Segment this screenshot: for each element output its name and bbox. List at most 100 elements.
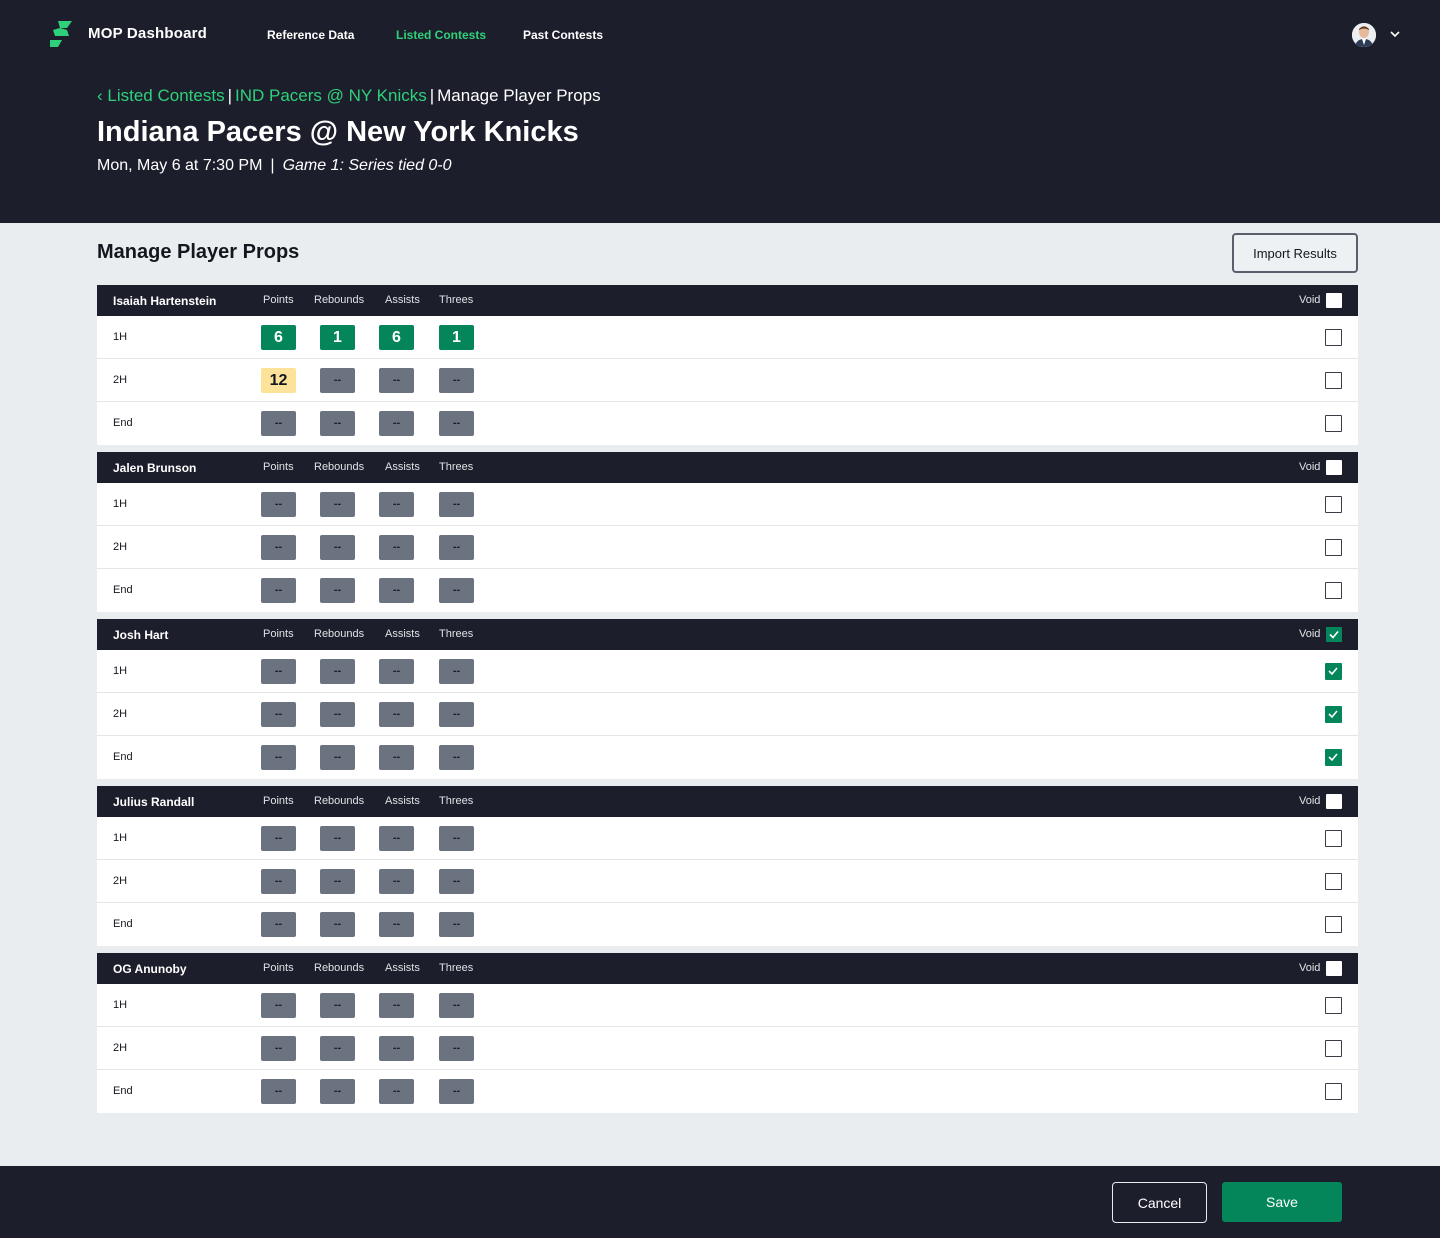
void-row-checkbox[interactable]: [1325, 1083, 1342, 1100]
stat-cell-threes[interactable]: --: [439, 826, 474, 851]
stat-cell-points[interactable]: --: [261, 1036, 296, 1061]
stat-cell-points[interactable]: --: [261, 826, 296, 851]
void-all-checkbox[interactable]: [1326, 293, 1342, 308]
stat-cell-assists[interactable]: --: [379, 869, 414, 894]
stat-cell-rebounds[interactable]: --: [320, 912, 355, 937]
stat-cell-rebounds[interactable]: --: [320, 826, 355, 851]
player-name: Josh Hart: [113, 628, 169, 642]
stat-cell-rebounds[interactable]: 1: [320, 325, 355, 350]
stat-cell-threes[interactable]: --: [439, 1036, 474, 1061]
stat-cell-threes[interactable]: 1: [439, 325, 474, 350]
breadcrumb-contest[interactable]: IND Pacers @ NY Knicks: [235, 86, 427, 105]
void-row-checkbox[interactable]: [1325, 372, 1342, 389]
stat-cell-points[interactable]: --: [261, 659, 296, 684]
void-all-checkbox[interactable]: [1326, 961, 1342, 976]
breadcrumb-listed-contests[interactable]: Listed Contests: [107, 86, 224, 105]
stat-cell-assists[interactable]: --: [379, 368, 414, 393]
void-row-checkbox[interactable]: [1325, 873, 1342, 890]
stat-cell-threes[interactable]: --: [439, 1079, 474, 1104]
stat-cell-assists[interactable]: --: [379, 535, 414, 560]
stat-cell-points[interactable]: --: [261, 702, 296, 727]
stat-cell-assists[interactable]: --: [379, 492, 414, 517]
nav-past-contests[interactable]: Past Contests: [523, 28, 603, 42]
stat-cell-assists[interactable]: --: [379, 578, 414, 603]
stat-cell-assists[interactable]: --: [379, 659, 414, 684]
stat-cell-rebounds[interactable]: --: [320, 702, 355, 727]
import-results-button[interactable]: Import Results: [1232, 233, 1358, 273]
stat-cell-threes[interactable]: --: [439, 368, 474, 393]
stat-cell-assists[interactable]: --: [379, 993, 414, 1018]
void-row-checkbox[interactable]: [1325, 582, 1342, 599]
void-row-checkbox[interactable]: [1325, 663, 1342, 680]
nav-listed-contests[interactable]: Listed Contests: [396, 28, 486, 42]
chevron-down-icon[interactable]: [1389, 28, 1401, 40]
void-row-checkbox[interactable]: [1325, 329, 1342, 346]
void-all-checkbox[interactable]: [1326, 794, 1342, 809]
stat-cell-rebounds[interactable]: --: [320, 578, 355, 603]
stat-cell-assists[interactable]: --: [379, 745, 414, 770]
stat-cell-threes[interactable]: --: [439, 535, 474, 560]
stat-cell-threes[interactable]: --: [439, 578, 474, 603]
stat-cell-rebounds[interactable]: --: [320, 411, 355, 436]
stat-cell-threes[interactable]: --: [439, 492, 474, 517]
back-chevron-icon[interactable]: ‹: [97, 86, 107, 105]
app-title[interactable]: MOP Dashboard: [88, 25, 207, 42]
row-label: 2H: [113, 875, 128, 887]
stat-cell-rebounds[interactable]: --: [320, 869, 355, 894]
stat-cell-points[interactable]: --: [261, 578, 296, 603]
stat-cell-points[interactable]: 6: [261, 325, 296, 350]
prop-row-2h: 2H -- -- -- --: [97, 693, 1358, 736]
void-row-checkbox[interactable]: [1325, 830, 1342, 847]
void-row-checkbox[interactable]: [1325, 706, 1342, 723]
stat-cell-threes[interactable]: --: [439, 702, 474, 727]
stat-cell-points[interactable]: --: [261, 411, 296, 436]
void-all-checkbox[interactable]: [1326, 460, 1342, 475]
stat-cell-assists[interactable]: --: [379, 826, 414, 851]
void-row-checkbox[interactable]: [1325, 749, 1342, 766]
stat-cell-threes[interactable]: --: [439, 912, 474, 937]
void-row-checkbox[interactable]: [1325, 415, 1342, 432]
void-row-checkbox[interactable]: [1325, 539, 1342, 556]
section-title: Manage Player Props: [97, 241, 300, 263]
stat-cell-points[interactable]: --: [261, 535, 296, 560]
stat-cell-rebounds[interactable]: --: [320, 368, 355, 393]
stat-cell-points[interactable]: --: [261, 492, 296, 517]
stat-cell-threes[interactable]: --: [439, 869, 474, 894]
stat-cell-points[interactable]: --: [261, 1079, 296, 1104]
stat-cell-points[interactable]: --: [261, 912, 296, 937]
nav-reference-data[interactable]: Reference Data: [267, 28, 354, 42]
save-button[interactable]: Save: [1222, 1182, 1342, 1222]
stat-cell-assists[interactable]: --: [379, 912, 414, 937]
breadcrumb-current: Manage Player Props: [437, 86, 601, 105]
row-label: End: [113, 417, 133, 429]
stat-cell-points[interactable]: --: [261, 745, 296, 770]
void-row-checkbox[interactable]: [1325, 1040, 1342, 1057]
stat-cell-assists[interactable]: --: [379, 702, 414, 727]
stat-cell-threes[interactable]: --: [439, 411, 474, 436]
stat-cell-threes[interactable]: --: [439, 993, 474, 1018]
stat-cell-assists[interactable]: 6: [379, 325, 414, 350]
stat-cell-points[interactable]: --: [261, 993, 296, 1018]
void-all-checkbox[interactable]: [1326, 627, 1342, 642]
void-row-checkbox[interactable]: [1325, 496, 1342, 513]
stat-cell-rebounds[interactable]: --: [320, 1079, 355, 1104]
stat-cell-rebounds[interactable]: --: [320, 535, 355, 560]
cancel-button[interactable]: Cancel: [1112, 1182, 1207, 1223]
stat-cell-rebounds[interactable]: --: [320, 745, 355, 770]
stat-cell-rebounds[interactable]: --: [320, 1036, 355, 1061]
void-row-checkbox[interactable]: [1325, 916, 1342, 933]
logo-icon[interactable]: [50, 21, 72, 47]
stat-cell-rebounds[interactable]: --: [320, 993, 355, 1018]
stat-cell-assists[interactable]: --: [379, 1079, 414, 1104]
stat-cell-rebounds[interactable]: --: [320, 659, 355, 684]
void-row-checkbox[interactable]: [1325, 997, 1342, 1014]
stat-cell-assists[interactable]: --: [379, 1036, 414, 1061]
stat-cell-assists[interactable]: --: [379, 411, 414, 436]
stat-cell-points[interactable]: 12: [261, 368, 296, 393]
stat-cell-threes[interactable]: --: [439, 745, 474, 770]
stat-cell-threes[interactable]: --: [439, 659, 474, 684]
user-avatar[interactable]: [1352, 23, 1376, 47]
stat-cell-rebounds[interactable]: --: [320, 492, 355, 517]
checkmark-icon: [1328, 753, 1338, 762]
stat-cell-points[interactable]: --: [261, 869, 296, 894]
